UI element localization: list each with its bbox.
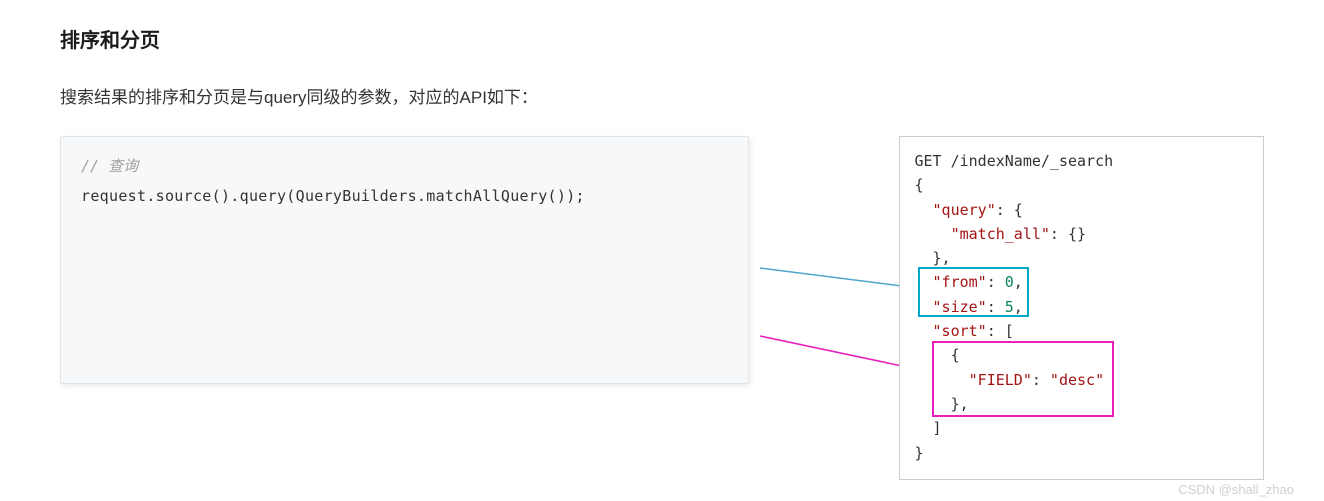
section-heading: 排序和分页: [60, 24, 1264, 53]
code-comment: // 查询: [81, 151, 728, 181]
json-pre: GET /indexName/_search { "query": { "mat…: [914, 149, 1249, 465]
code-line: request.source().query(QueryBuilders.mat…: [81, 181, 728, 211]
section-description: 搜索结果的排序和分页是与query同级的参数，对应的API如下：: [60, 83, 1264, 108]
watermark: CSDN @shall_zhao: [1178, 482, 1294, 497]
json-code-block: GET /indexName/_search { "query": { "mat…: [899, 136, 1264, 480]
content-row: // 查询 request.source().query(QueryBuilde…: [60, 136, 1264, 480]
java-code-block: // 查询 request.source().query(QueryBuilde…: [60, 136, 749, 384]
